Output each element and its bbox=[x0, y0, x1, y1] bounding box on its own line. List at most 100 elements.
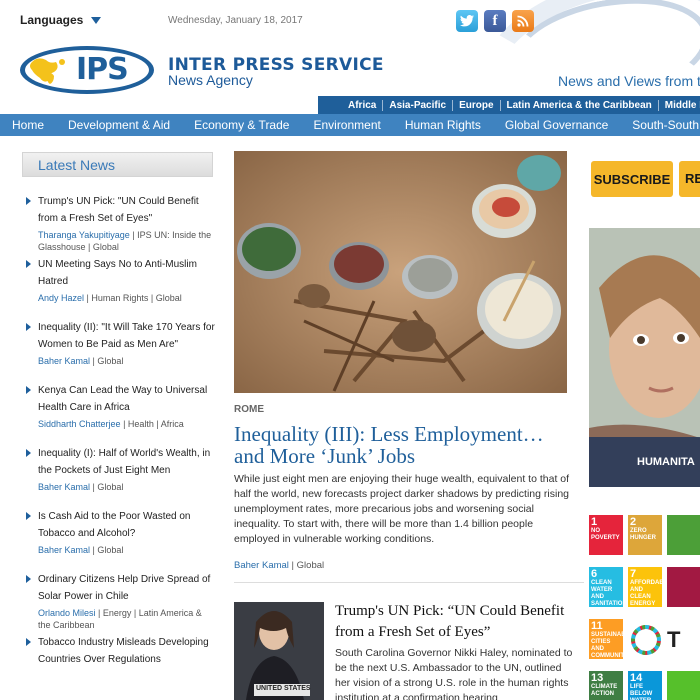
site-tagline: News and Views from the bbox=[558, 73, 700, 89]
news-item-meta: Baher Kamal | Global bbox=[38, 481, 216, 493]
list-item: Inequality (II): "It Will Take 170 Years… bbox=[26, 319, 216, 382]
sdg-goals-banner[interactable]: 1 NO POVERTY 2 ZERO HUNGER 6 CLEAN WATER AN… bbox=[589, 515, 700, 700]
news-item-title[interactable]: Trump's UN Pick: "UN Could Benefit from … bbox=[38, 193, 216, 227]
language-selector[interactable]: Languages bbox=[20, 13, 102, 27]
sdg-tile-number: 2 bbox=[630, 516, 637, 528]
nav-development-aid[interactable]: Development & Aid bbox=[56, 118, 182, 132]
nameplate-text: UNITED STATES bbox=[256, 685, 311, 692]
brand-subtitle: News Agency bbox=[168, 72, 253, 88]
feature-byline: Baher Kamal | Global bbox=[234, 560, 324, 571]
second-story-title[interactable]: Trump's UN Pick: “UN Could Benefit from … bbox=[335, 601, 575, 643]
sdg-tile: 14LIFE BELOW WATER bbox=[628, 671, 662, 700]
sdg-tile-label: AFFORDABLE AND CLEAN ENERGY bbox=[630, 580, 672, 607]
feature-headline[interactable]: Inequality (III): Less Employment… and M… bbox=[234, 423, 579, 467]
second-story-image[interactable]: UNITED STATES bbox=[234, 602, 324, 700]
region-link-africa[interactable]: Africa bbox=[318, 100, 382, 111]
nav-global-governance[interactable]: Global Governance bbox=[493, 118, 620, 132]
region-link-latin-america[interactable]: Latin America & the Caribbean bbox=[499, 99, 658, 111]
facebook-icon[interactable]: f bbox=[484, 10, 506, 32]
divider bbox=[234, 582, 584, 583]
latest-news-heading: Latest News bbox=[22, 152, 213, 177]
sdg-tile: 13 CLIMATE ACTION bbox=[589, 671, 623, 700]
bullet-arrow-icon bbox=[26, 638, 31, 646]
ad-label: HUMANITA bbox=[589, 437, 700, 487]
subscribe-button[interactable]: SUBSCRIBE bbox=[591, 161, 673, 197]
latest-news-list: Trump's UN Pick: "UN Could Benefit from … bbox=[26, 193, 216, 697]
region-link-europe[interactable]: Europe bbox=[452, 99, 499, 111]
nav-human-rights[interactable]: Human Rights bbox=[393, 118, 493, 132]
news-item-title[interactable]: Is Cash Aid to the Poor Wasted on Tobacc… bbox=[38, 508, 216, 542]
nav-south-south[interactable]: South-South bbox=[620, 118, 700, 132]
secondary-button[interactable]: RE bbox=[679, 161, 700, 197]
bullet-arrow-icon bbox=[26, 512, 31, 520]
humanitarian-ad-banner[interactable]: HUMANITA bbox=[589, 228, 700, 487]
news-item-title[interactable]: UN Meeting Says No to Anti-Muslim Hatred bbox=[38, 256, 216, 290]
chevron-down-icon bbox=[91, 17, 102, 25]
news-item-author[interactable]: Tharanga Yakupitiyage bbox=[38, 230, 130, 240]
news-item-author[interactable]: Baher Kamal bbox=[38, 356, 90, 366]
list-item: Ordinary Citizens Help Drive Spread of S… bbox=[26, 571, 216, 634]
news-item-title[interactable]: Inequality (I): Half of World's Wealth, … bbox=[38, 445, 216, 479]
second-story-summary: South Carolina Governor Nikki Haley, nom… bbox=[335, 647, 573, 700]
news-item-author[interactable]: Orlando Milesi bbox=[38, 608, 96, 618]
news-item-tags: | Human Rights | Global bbox=[84, 293, 182, 303]
region-link-middle-east[interactable]: Middle East & N bbox=[657, 99, 700, 111]
sdg-tile-number: 1 bbox=[591, 516, 598, 528]
sdg-tile bbox=[667, 671, 700, 700]
news-item-meta: Andy Hazel | Human Rights | Global bbox=[38, 292, 216, 304]
news-item-meta: Siddharth Chatterjee | Health | Africa bbox=[38, 418, 216, 430]
news-item-title[interactable]: Tobacco Industry Misleads Developing Cou… bbox=[38, 634, 216, 668]
sdg-tile: 6 CLEAN WATER AND SANITATION bbox=[589, 567, 627, 607]
social-links: f bbox=[456, 10, 534, 32]
news-item-tags: | Global bbox=[90, 482, 124, 492]
sdg-tile: 1 NO POVERTY bbox=[589, 515, 623, 555]
list-item: Trump's UN Pick: "UN Could Benefit from … bbox=[26, 193, 216, 256]
feature-story-image[interactable] bbox=[234, 151, 567, 393]
news-item-title[interactable]: Inequality (II): "It Will Take 170 Years… bbox=[38, 319, 216, 353]
list-item: Inequality (I): Half of World's Wealth, … bbox=[26, 445, 216, 508]
sdg-letter: T bbox=[667, 627, 681, 652]
bullet-arrow-icon bbox=[26, 575, 31, 583]
list-item: Tobacco Industry Misleads Developing Cou… bbox=[26, 634, 216, 697]
region-nav: Africa Asia-Pacific Europe Latin America… bbox=[318, 96, 700, 114]
sdg-tile-label: SUSTAINABLE CITIES AND COMMUNITIES bbox=[591, 632, 634, 659]
news-item-tags: | Global bbox=[90, 545, 124, 555]
sdg-tile-number: 13 bbox=[591, 672, 604, 684]
logo-text: IPS bbox=[76, 52, 129, 87]
feature-author[interactable]: Baher Kamal bbox=[234, 560, 289, 571]
bullet-arrow-icon bbox=[26, 260, 31, 268]
feature-summary: While just eight men are enjoying their … bbox=[234, 473, 570, 545]
sdg-tile bbox=[667, 515, 700, 555]
news-item-author[interactable]: Andy Hazel bbox=[38, 293, 84, 303]
sdg-tile: 7 AFFORDABLE AND CLEAN ENERGY bbox=[628, 567, 671, 607]
nav-home[interactable]: Home bbox=[0, 118, 56, 132]
main-nav: Home Development & Aid Economy & Trade E… bbox=[0, 114, 700, 136]
rss-icon[interactable] bbox=[512, 10, 534, 32]
sdg-tile-number: 7 bbox=[630, 568, 637, 580]
news-item-title[interactable]: Kenya Can Lead the Way to Universal Heal… bbox=[38, 382, 216, 416]
news-item-author[interactable]: Baher Kamal bbox=[38, 545, 90, 555]
ips-logo[interactable]: IPS bbox=[18, 44, 156, 96]
bullet-arrow-icon bbox=[26, 386, 31, 394]
sdg-tile-label: ZERO HUNGER bbox=[630, 528, 657, 541]
nav-economy-trade[interactable]: Economy & Trade bbox=[182, 118, 301, 132]
news-item-author[interactable]: Siddharth Chatterjee bbox=[38, 419, 121, 429]
sdg-tile-number: 6 bbox=[591, 568, 598, 580]
news-item-author[interactable]: Baher Kamal bbox=[38, 482, 90, 492]
sdg-tile: 2 ZERO HUNGER bbox=[628, 515, 662, 555]
nav-environment[interactable]: Environment bbox=[301, 118, 392, 132]
top-bar: Languages Wednesday, January 18, 2017 f bbox=[0, 0, 700, 152]
news-item-meta: Baher Kamal | Global bbox=[38, 544, 216, 556]
sdg-wheel-icon bbox=[631, 625, 661, 655]
sdg-tile: 11 SUSTAINABLE CITIES AND COMMUNITIES bbox=[589, 619, 634, 659]
sdg-tile-number: 11 bbox=[591, 620, 603, 632]
sdg-tile-number: 14 bbox=[630, 672, 643, 684]
current-date: Wednesday, January 18, 2017 bbox=[168, 15, 303, 26]
twitter-icon[interactable] bbox=[456, 10, 478, 32]
region-link-asia-pacific[interactable]: Asia-Pacific bbox=[382, 99, 452, 111]
sdg-tile-label: LIFE BELOW WATER bbox=[630, 684, 653, 700]
feature-location: ROME bbox=[234, 404, 264, 415]
news-item-title[interactable]: Ordinary Citizens Help Drive Spread of S… bbox=[38, 571, 216, 605]
sdg-tile-label: CLEAN WATER AND SANITATION bbox=[591, 580, 627, 607]
language-label: Languages bbox=[20, 13, 84, 27]
